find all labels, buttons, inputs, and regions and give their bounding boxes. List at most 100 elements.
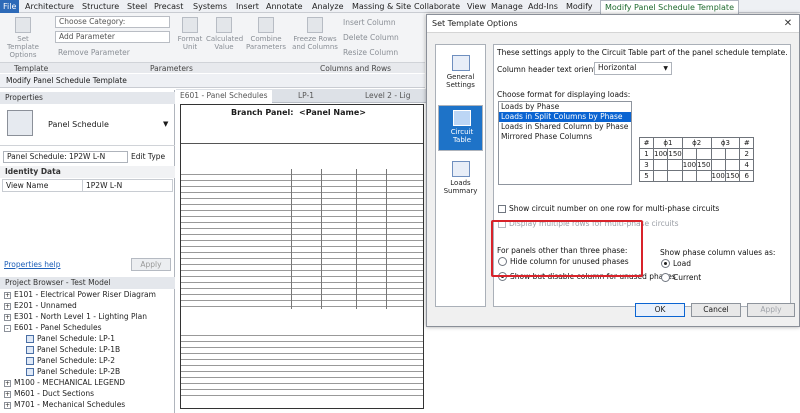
browser-item-lp-1[interactable]: Panel Schedule: LP-1 [26, 334, 115, 344]
view-tab-e601[interactable]: E601 - Panel Schedules [176, 90, 272, 103]
choose-category-dropdown[interactable]: Choose Category: [55, 16, 170, 28]
view-name-field[interactable]: 1P2W L-N [82, 179, 173, 192]
tab-insert[interactable]: Insert [236, 0, 259, 13]
column-divider [356, 169, 357, 309]
circuit-table-icon [453, 110, 471, 126]
instance-selector[interactable]: Panel Schedule: 1P2W L-N [3, 151, 128, 163]
project-browser-tree: + E101 - Electrical Power Riser Diagram +… [0, 290, 175, 413]
resize-column-button[interactable]: Resize Column [343, 48, 398, 57]
combine-icon [258, 17, 274, 33]
view-tabs: E601 - Panel Schedules LP-1 Level 2 - Li… [176, 89, 426, 103]
tab-modify-panel-schedule-template[interactable]: Modify Panel Schedule Template [600, 0, 739, 14]
project-browser-title: Project Browser - Test Model [0, 277, 175, 289]
view-tab-level-2[interactable]: Level 2 - Lig [361, 90, 414, 103]
chevron-down-icon: ▼ [163, 120, 169, 128]
format-label: Choose format for displaying loads: [497, 90, 631, 99]
current-radio[interactable] [661, 273, 670, 282]
panel-schedule-sheet[interactable]: Branch Panel: <Panel Name> [180, 104, 424, 409]
edit-type-button[interactable]: Edit Type [131, 151, 173, 163]
properties-title: Properties [0, 92, 175, 104]
apply-button[interactable]: Apply [131, 258, 171, 271]
tab-precast[interactable]: Precast [154, 0, 183, 13]
dialog-nav: General Settings Circuit Table Loads Sum… [435, 44, 486, 307]
calculated-value-button[interactable]: Calculated Value [206, 17, 243, 51]
panel-name-template: Template [14, 64, 49, 73]
browser-item-e101[interactable]: + E101 - Electrical Power Riser Diagram [4, 290, 156, 300]
panel-name-columns-rows: Columns and Rows [320, 64, 392, 73]
context-bar: Modify Panel Schedule Template [0, 74, 425, 88]
panel-schedule-type-icon [7, 110, 33, 136]
highlight-box [491, 220, 643, 277]
orientation-dropdown[interactable]: Horizontal ▼ [594, 62, 672, 75]
tab-annotate[interactable]: Annotate [266, 0, 303, 13]
phase-values-label: Show phase column values as: [660, 248, 776, 257]
show-circuit-number-label: Show circuit number on one row for multi… [509, 204, 720, 213]
column-divider [321, 169, 322, 309]
dialog-apply-button[interactable]: Apply [747, 303, 795, 317]
browser-item-lp-2b[interactable]: Panel Schedule: LP-2B [26, 367, 120, 377]
set-template-options-button[interactable]: Set Template Options [2, 17, 44, 59]
show-circuit-number-checkbox[interactable] [498, 205, 506, 213]
expand-icon[interactable]: + [4, 390, 11, 398]
close-icon[interactable]: ✕ [781, 17, 795, 31]
dialog-title: Set Template Options [427, 15, 799, 33]
add-parameter-dropdown[interactable]: Add Parameter [55, 31, 170, 43]
tab-structure[interactable]: Structure [82, 0, 119, 13]
tab-systems[interactable]: Systems [193, 0, 227, 13]
current-label: Current [673, 273, 702, 282]
tab-modify[interactable]: Modify [566, 0, 593, 13]
insert-column-button[interactable]: Insert Column [343, 18, 396, 27]
browser-item-lp-1b[interactable]: Panel Schedule: LP-1B [26, 345, 120, 355]
format-list[interactable]: Loads by Phase Loads in Split Columns by… [498, 101, 632, 185]
freeze-rows-columns-button[interactable]: Freeze Rows and Columns [290, 17, 340, 51]
combine-parameters-button[interactable]: Combine Parameters [244, 17, 288, 51]
tab-collaborate[interactable]: Collaborate [414, 0, 460, 13]
delete-column-button[interactable]: Delete Column [343, 33, 399, 42]
panel-schedule-icon [26, 346, 34, 354]
format-option[interactable]: Mirrored Phase Columns [499, 132, 631, 142]
browser-item-m701[interactable]: + M701 - Mechanical Schedules [4, 400, 125, 410]
format-unit-button[interactable]: Format Unit [176, 17, 204, 51]
browser-item-lp-2[interactable]: Panel Schedule: LP-2 [26, 356, 115, 366]
nav-loads-summary[interactable]: Loads Summary [438, 157, 483, 205]
file-tab[interactable]: File [0, 0, 20, 13]
tab-architecture[interactable]: Architecture [25, 0, 74, 13]
tab-steel[interactable]: Steel [127, 0, 147, 13]
panel-name-parameters: Parameters [150, 64, 193, 73]
view-tab-lp-1[interactable]: LP-1 [294, 90, 318, 103]
properties-grid: View Name 1P2W L-N [2, 179, 173, 192]
cancel-button[interactable]: Cancel [691, 303, 741, 317]
divider [181, 143, 423, 144]
browser-item-m100[interactable]: + M100 - MECHANICAL LEGEND [4, 378, 125, 388]
tab-manage[interactable]: Manage [491, 0, 523, 13]
tab-view[interactable]: View [467, 0, 486, 13]
ok-button[interactable]: OK [635, 303, 685, 317]
tab-add-ins[interactable]: Add-Ins [528, 0, 558, 13]
format-option-selected[interactable]: Loads in Split Columns by Phase [499, 112, 631, 122]
nav-general-settings[interactable]: General Settings [438, 51, 483, 101]
chevron-down-icon: ▼ [663, 65, 668, 72]
expand-icon[interactable]: + [4, 313, 11, 321]
properties-help-link[interactable]: Properties help [4, 260, 61, 269]
load-summary-rows [181, 330, 423, 400]
load-radio[interactable] [661, 259, 670, 268]
collapse-icon[interactable]: - [4, 324, 11, 332]
browser-item-e601[interactable]: - E601 - Panel Schedules [4, 323, 102, 333]
nav-circuit-table[interactable]: Circuit Table [438, 105, 483, 151]
expand-icon[interactable]: + [4, 401, 11, 409]
browser-item-e201[interactable]: + E201 - Unnamed [4, 301, 77, 311]
format-option[interactable]: Loads by Phase [499, 102, 631, 112]
format-option[interactable]: Loads in Shared Column by Phase [499, 122, 631, 132]
ribbon-panel-names: Template Parameters Columns and Rows [0, 62, 425, 73]
tab-analyze[interactable]: Analyze [312, 0, 344, 13]
tab-massing-site[interactable]: Massing & Site [352, 0, 411, 13]
property-row: View Name 1P2W L-N [2, 179, 173, 192]
template-options-icon [15, 17, 31, 33]
browser-item-e301[interactable]: + E301 - North Level 1 - Lighting Plan [4, 312, 147, 322]
type-selector[interactable]: Panel Schedule ▼ [0, 104, 175, 146]
expand-icon[interactable]: + [4, 379, 11, 387]
expand-icon[interactable]: + [4, 302, 11, 310]
remove-parameter-button[interactable]: Remove Parameter [58, 48, 130, 57]
browser-item-m601[interactable]: + M601 - Duct Sections [4, 389, 94, 399]
expand-icon[interactable]: + [4, 291, 11, 299]
